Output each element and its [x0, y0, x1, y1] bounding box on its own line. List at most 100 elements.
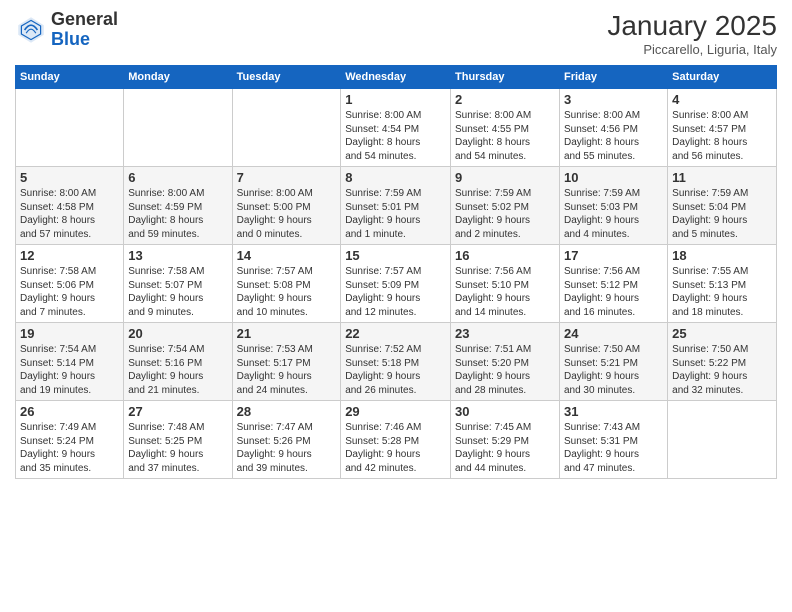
calendar-cell	[16, 89, 124, 167]
day-info: Sunrise: 7:48 AM Sunset: 5:25 PM Dayligh…	[128, 421, 227, 475]
day-info: Sunrise: 7:50 AM Sunset: 5:22 PM Dayligh…	[672, 343, 772, 397]
day-number: 2	[455, 92, 555, 107]
calendar-body: 1Sunrise: 8:00 AM Sunset: 4:54 PM Daylig…	[16, 89, 777, 479]
day-number: 18	[672, 248, 772, 263]
calendar-cell: 15 Sunrise: 7:57 AM Sunset: 5:09 PM Dayli…	[341, 245, 451, 323]
calendar-header: Sunday Monday Tuesday Wednesday Thursday…	[16, 66, 777, 89]
page: General Blue January 2025 Piccarello, Li…	[0, 0, 792, 612]
day-info: Sunrise: 7:55 AM Sunset: 5:13 PM Dayligh…	[672, 265, 772, 319]
day-info: Sunrise: 7:51 AM Sunset: 5:20 PM Dayligh…	[455, 343, 555, 397]
day-info: Sunrise: 7:54 AM Sunset: 5:16 PM Dayligh…	[128, 343, 227, 397]
day-info: Sunrise: 7:59 AM Sunset: 5:01 PM Dayligh…	[345, 187, 446, 241]
day-number: 10	[564, 170, 663, 185]
day-info: Sunrise: 7:52 AM Sunset: 5:18 PM Dayligh…	[345, 343, 446, 397]
day-info: Sunrise: 7:47 AM Sunset: 5:26 PM Dayligh…	[237, 421, 337, 475]
day-info: Sunrise: 7:56 AM Sunset: 5:12 PM Dayligh…	[564, 265, 663, 319]
week-row-2: 12 Sunrise: 7:58 AM Sunset: 5:06 PM Dayli…	[16, 245, 777, 323]
day-number: 1	[345, 92, 446, 107]
day-info: Sunrise: 7:45 AM Sunset: 5:29 PM Dayligh…	[455, 421, 555, 475]
day-info: Sunrise: 7:59 AM Sunset: 5:03 PM Dayligh…	[564, 187, 663, 241]
day-info: Sunrise: 7:43 AM Sunset: 5:31 PM Dayligh…	[564, 421, 663, 475]
calendar-cell: 23 Sunrise: 7:51 AM Sunset: 5:20 PM Dayli…	[451, 323, 560, 401]
day-number: 22	[345, 326, 446, 341]
day-number: 4	[672, 92, 772, 107]
calendar-cell: 1Sunrise: 8:00 AM Sunset: 4:54 PM Daylig…	[341, 89, 451, 167]
calendar-cell: 9Sunrise: 7:59 AM Sunset: 5:02 PM Daylig…	[451, 167, 560, 245]
day-number: 13	[128, 248, 227, 263]
day-info: Sunrise: 8:00 AM Sunset: 4:57 PM Dayligh…	[672, 109, 772, 163]
day-info: Sunrise: 7:49 AM Sunset: 5:24 PM Dayligh…	[20, 421, 119, 475]
calendar-cell: 2 Sunrise: 8:00 AM Sunset: 4:55 PM Daylig…	[451, 89, 560, 167]
logo-text: General Blue	[51, 10, 118, 50]
day-info: Sunrise: 7:50 AM Sunset: 5:21 PM Dayligh…	[564, 343, 663, 397]
calendar-cell: 28 Sunrise: 7:47 AM Sunset: 5:26 PM Dayli…	[232, 401, 341, 479]
day-number: 19	[20, 326, 119, 341]
days-of-week-row: Sunday Monday Tuesday Wednesday Thursday…	[16, 66, 777, 89]
calendar-cell: 19 Sunrise: 7:54 AM Sunset: 5:14 PM Dayli…	[16, 323, 124, 401]
day-info: Sunrise: 8:00 AM Sunset: 4:58 PM Dayligh…	[20, 187, 119, 241]
day-info: Sunrise: 7:57 AM Sunset: 5:08 PM Dayligh…	[237, 265, 337, 319]
day-info: Sunrise: 7:54 AM Sunset: 5:14 PM Dayligh…	[20, 343, 119, 397]
title-block: January 2025 Piccarello, Liguria, Italy	[607, 10, 777, 57]
col-thursday: Thursday	[451, 66, 560, 89]
calendar-cell: 30 Sunrise: 7:45 AM Sunset: 5:29 PM Dayli…	[451, 401, 560, 479]
col-monday: Monday	[124, 66, 232, 89]
calendar-cell: 13 Sunrise: 7:58 AM Sunset: 5:07 PM Dayli…	[124, 245, 232, 323]
day-number: 16	[455, 248, 555, 263]
day-number: 29	[345, 404, 446, 419]
day-info: Sunrise: 7:58 AM Sunset: 5:07 PM Dayligh…	[128, 265, 227, 319]
day-number: 27	[128, 404, 227, 419]
logo-icon	[15, 14, 47, 46]
day-number: 30	[455, 404, 555, 419]
day-info: Sunrise: 7:57 AM Sunset: 5:09 PM Dayligh…	[345, 265, 446, 319]
day-number: 14	[237, 248, 337, 263]
day-number: 17	[564, 248, 663, 263]
day-number: 3	[564, 92, 663, 107]
calendar-cell: 21Sunrise: 7:53 AM Sunset: 5:17 PM Dayli…	[232, 323, 341, 401]
col-saturday: Saturday	[668, 66, 777, 89]
day-number: 28	[237, 404, 337, 419]
day-info: Sunrise: 8:00 AM Sunset: 4:56 PM Dayligh…	[564, 109, 663, 163]
logo-blue: Blue	[51, 29, 90, 49]
calendar-cell: 26Sunrise: 7:49 AM Sunset: 5:24 PM Dayli…	[16, 401, 124, 479]
calendar-cell: 6 Sunrise: 8:00 AM Sunset: 4:59 PM Daylig…	[124, 167, 232, 245]
day-number: 6	[128, 170, 227, 185]
day-number: 8	[345, 170, 446, 185]
day-info: Sunrise: 7:58 AM Sunset: 5:06 PM Dayligh…	[20, 265, 119, 319]
day-number: 9	[455, 170, 555, 185]
calendar-cell: 25 Sunrise: 7:50 AM Sunset: 5:22 PM Dayli…	[668, 323, 777, 401]
week-row-4: 26Sunrise: 7:49 AM Sunset: 5:24 PM Dayli…	[16, 401, 777, 479]
calendar-cell: 31Sunrise: 7:43 AM Sunset: 5:31 PM Dayli…	[559, 401, 667, 479]
header: General Blue January 2025 Piccarello, Li…	[15, 10, 777, 57]
day-info: Sunrise: 8:00 AM Sunset: 4:59 PM Dayligh…	[128, 187, 227, 241]
calendar-cell: 24 Sunrise: 7:50 AM Sunset: 5:21 PM Dayli…	[559, 323, 667, 401]
calendar-cell: 16Sunrise: 7:56 AM Sunset: 5:10 PM Dayli…	[451, 245, 560, 323]
calendar-cell: 5Sunrise: 8:00 AM Sunset: 4:58 PM Daylig…	[16, 167, 124, 245]
calendar: Sunday Monday Tuesday Wednesday Thursday…	[15, 65, 777, 479]
calendar-cell	[124, 89, 232, 167]
day-number: 25	[672, 326, 772, 341]
col-wednesday: Wednesday	[341, 66, 451, 89]
col-tuesday: Tuesday	[232, 66, 341, 89]
day-info: Sunrise: 8:00 AM Sunset: 5:00 PM Dayligh…	[237, 187, 337, 241]
day-number: 24	[564, 326, 663, 341]
calendar-cell: 27 Sunrise: 7:48 AM Sunset: 5:25 PM Dayli…	[124, 401, 232, 479]
day-number: 12	[20, 248, 119, 263]
calendar-cell: 22 Sunrise: 7:52 AM Sunset: 5:18 PM Dayli…	[341, 323, 451, 401]
logo-general: General	[51, 9, 118, 29]
day-number: 15	[345, 248, 446, 263]
calendar-cell	[668, 401, 777, 479]
day-number: 11	[672, 170, 772, 185]
day-info: Sunrise: 7:53 AM Sunset: 5:17 PM Dayligh…	[237, 343, 337, 397]
week-row-1: 5Sunrise: 8:00 AM Sunset: 4:58 PM Daylig…	[16, 167, 777, 245]
logo: General Blue	[15, 10, 118, 50]
day-info: Sunrise: 8:00 AM Sunset: 4:55 PM Dayligh…	[455, 109, 555, 163]
calendar-cell: 14 Sunrise: 7:57 AM Sunset: 5:08 PM Dayli…	[232, 245, 341, 323]
month-title: January 2025	[607, 10, 777, 42]
day-number: 23	[455, 326, 555, 341]
calendar-cell: 7Sunrise: 8:00 AM Sunset: 5:00 PM Daylig…	[232, 167, 341, 245]
calendar-cell: 3 Sunrise: 8:00 AM Sunset: 4:56 PM Daylig…	[559, 89, 667, 167]
week-row-3: 19 Sunrise: 7:54 AM Sunset: 5:14 PM Dayli…	[16, 323, 777, 401]
calendar-cell: 29Sunrise: 7:46 AM Sunset: 5:28 PM Dayli…	[341, 401, 451, 479]
col-friday: Friday	[559, 66, 667, 89]
